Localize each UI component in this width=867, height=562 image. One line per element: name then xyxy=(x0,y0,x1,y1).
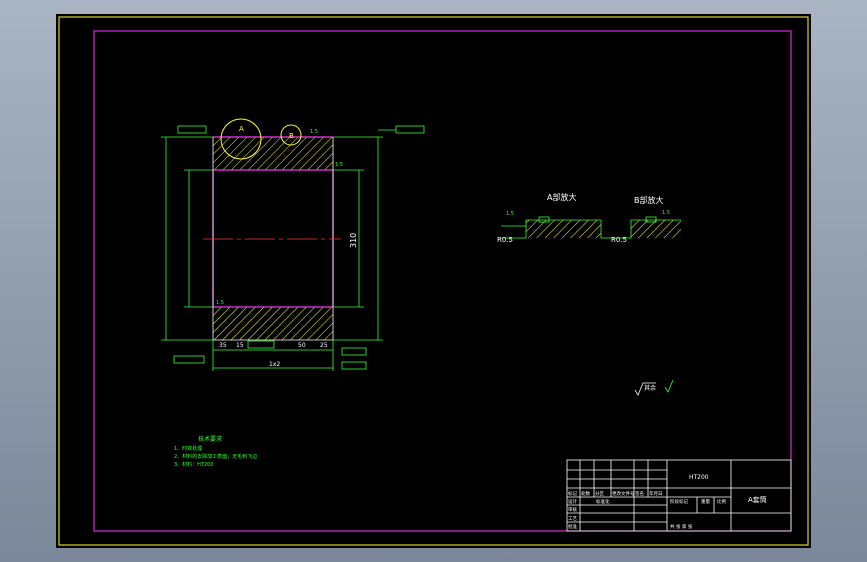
note-1: 1、时效处理 xyxy=(174,445,202,452)
surface-symbol-label: 其余 xyxy=(644,384,656,392)
roughness-a: 1.5 xyxy=(506,211,514,217)
tb-header-1: 处数 xyxy=(581,490,590,497)
radius-b: R0.5 xyxy=(611,236,627,244)
tb-label-3: 比例 xyxy=(717,498,726,505)
section-view: A B 310 1.5 1.5 1.5 1x2 35 15 50 25 xyxy=(161,118,425,371)
dim-right2: 25 xyxy=(320,342,328,349)
outer-border xyxy=(58,16,809,546)
dim-left: 35 xyxy=(219,342,227,349)
circle-a-label: A xyxy=(239,125,244,133)
dim-left2: 15 xyxy=(236,342,244,349)
cad-drawing: A B 310 1.5 1.5 1.5 1x2 35 15 50 25 A部放大… xyxy=(58,16,809,546)
surface-finish-symbol: 其余 xyxy=(634,379,674,396)
tb-header-4: 签名 xyxy=(635,490,644,497)
radius-a: R0.5 xyxy=(497,236,513,244)
tb-row-1: 审核 xyxy=(568,506,577,513)
tb-header-3: 更改文件号 xyxy=(612,490,635,497)
roughness-top: 1.5 xyxy=(310,129,318,135)
tb-label-0: 标准化 xyxy=(596,498,610,505)
detail-b-title: B部放大 xyxy=(634,195,664,205)
tech-notes: 技术要求 1、时效处理 2、材料的去除加工表面，无毛刺飞边 3、材料：HT200 xyxy=(174,435,257,468)
hatch-bottom xyxy=(213,307,333,340)
note-2: 2、材料的去除加工表面，无毛刺飞边 xyxy=(174,453,257,460)
tb-header-0: 标记 xyxy=(568,490,577,497)
tb-label-2: 重量 xyxy=(701,498,710,505)
title-block: HT200 A套筒 标记 处数 分区 更改文件号 签名 年月日 设计 审核 工艺… xyxy=(566,459,792,532)
note-3: 3、材料：HT200 xyxy=(174,461,214,468)
tb-header-2: 分区 xyxy=(595,490,604,497)
roughness-b: 1.5 xyxy=(662,210,670,216)
detail-a-title: A部放大 xyxy=(547,192,576,202)
dim-right: 50 xyxy=(298,342,306,349)
notes-title: 技术要求 xyxy=(198,435,222,443)
roughness-left: 1.5 xyxy=(216,300,224,306)
hatch-top xyxy=(213,137,333,170)
title-material: HT200 xyxy=(689,474,709,481)
bore-outline xyxy=(212,169,334,308)
circle-b-label: B xyxy=(289,132,294,140)
dim-bottom: 1x2 xyxy=(269,361,280,368)
drawing-canvas: A B 310 1.5 1.5 1.5 1x2 35 15 50 25 A部放大… xyxy=(56,14,811,548)
tb-sheet: 共 张 第 张 xyxy=(670,523,693,530)
detail-views: A部放大 1.5 R0.5 B部放大 1.5 R0.5 xyxy=(497,192,681,244)
tb-label-1: 阶段标记 xyxy=(670,498,688,505)
tb-header-5: 年月日 xyxy=(649,490,663,497)
tb-row-0: 设计 xyxy=(568,498,577,505)
roughness-right: 1.5 xyxy=(335,162,343,168)
tb-row-3: 批准 xyxy=(568,523,577,530)
dim-height: 310 xyxy=(349,233,358,248)
title-part-name: A套筒 xyxy=(748,495,767,504)
tb-row-2: 工艺 xyxy=(568,516,577,522)
